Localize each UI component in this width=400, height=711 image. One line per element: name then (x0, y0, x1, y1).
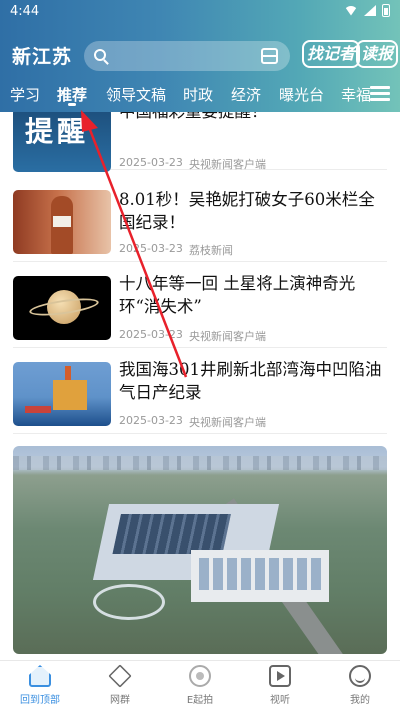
app-brand-logo: 新江苏 (12, 46, 73, 68)
news-title: 中国福彩重要提醒！ (119, 112, 385, 123)
news-source: 央视新闻客户端 (189, 416, 266, 429)
nav-label: E起拍 (186, 695, 214, 706)
tab-happiness[interactable]: 幸福 (341, 84, 370, 105)
tab-economy[interactable]: 经济 (231, 84, 261, 105)
news-source: 央视新闻客户端 (189, 158, 266, 171)
featured-image[interactable] (13, 446, 387, 654)
read-newspaper-button[interactable]: 读报 (356, 40, 399, 68)
tab-politics[interactable]: 时政 (183, 84, 213, 105)
news-date: 2025-03-23 (119, 156, 183, 169)
nav-label: 我的 (350, 695, 370, 706)
scan-icon[interactable] (261, 48, 278, 64)
thumbnail-text: 提醒 (25, 115, 90, 148)
tab-recommend[interactable]: 推荐 (57, 84, 87, 105)
news-item[interactable]: 我国海301井刷新北部湾海中凹陷油气日产纪录 2025-03-23 央视新闻客户… (13, 348, 387, 434)
news-item[interactable]: 十八年等一回 土星将上演神奇光环“消失术” 2025-03-23 央视新闻客户端 (13, 262, 387, 348)
tab-exposure[interactable]: 曝光台 (279, 84, 324, 105)
oil-rig (53, 380, 87, 410)
nav-audio-video[interactable]: 视听 (250, 665, 310, 711)
status-bar: 4:44 (0, 0, 400, 24)
user-icon (349, 665, 371, 687)
news-title: 我国海301井刷新北部湾海中凹陷油气日产纪录 (119, 360, 382, 402)
top-header: 4:44 新江苏 找记者 读报 学习 推荐 领导文稿 时政 经济 曝光台 幸福 (0, 0, 400, 112)
nav-label: 视听 (270, 695, 290, 706)
news-thumbnail (13, 190, 111, 254)
news-date: 2025-03-23 (119, 242, 183, 255)
nav-label: 网群 (110, 695, 130, 706)
search-icon (94, 49, 106, 61)
play-icon (269, 665, 291, 687)
news-date: 2025-03-23 (119, 414, 183, 427)
active-tab-indicator (68, 103, 76, 106)
news-source: 荔枝新闻 (189, 244, 233, 257)
nav-e-photo[interactable]: E起拍 (170, 665, 230, 711)
supply-ship (25, 406, 51, 413)
news-source: 央视新闻客户端 (189, 330, 266, 343)
roundabout (93, 584, 165, 620)
camera-icon (189, 665, 211, 687)
city-skyline (13, 456, 387, 470)
channel-tabs: 学习 推荐 领导文稿 时政 经济 曝光台 幸福 (0, 80, 370, 108)
tab-study[interactable]: 学习 (10, 84, 40, 105)
news-thumbnail (13, 276, 111, 340)
home-icon (29, 665, 51, 687)
find-reporter-button[interactable]: 找记者 (302, 40, 361, 68)
news-thumbnail: 提醒 (13, 112, 111, 172)
status-icons (344, 4, 390, 17)
wifi-icon (344, 5, 358, 16)
signal-icon (364, 5, 376, 16)
layers-icon (108, 664, 132, 688)
news-feed: 提醒 中国福彩重要提醒！ 2025-03-23 央视新闻客户端 8.01秒！吴艳… (0, 112, 400, 660)
nav-network[interactable]: 网群 (90, 664, 150, 711)
nav-back-to-top[interactable]: 回到顶部 (10, 665, 70, 711)
athlete-bib (53, 216, 71, 227)
nav-profile[interactable]: 我的 (330, 665, 390, 711)
search-bar[interactable] (84, 41, 290, 71)
news-item[interactable]: 8.01秒！吴艳妮打破女子60米栏全国纪录！ 2025-03-23 荔枝新闻 (13, 176, 387, 262)
nav-label: 回到顶部 (20, 695, 60, 706)
bottom-navigation: 回到顶部 网群 E起拍 视听 我的 (0, 660, 400, 711)
office-building (191, 550, 329, 602)
status-time: 4:44 (10, 4, 40, 19)
news-title: 8.01秒！吴艳妮打破女子60米栏全国纪录！ (119, 190, 375, 232)
tab-leader-articles[interactable]: 领导文稿 (106, 84, 166, 105)
app-screen: 4:44 新江苏 找记者 读报 学习 推荐 领导文稿 时政 经济 曝光台 幸福 (0, 0, 400, 711)
news-item[interactable]: 提醒 中国福彩重要提醒！ 2025-03-23 央视新闻客户端 (13, 112, 387, 172)
news-thumbnail (13, 362, 111, 426)
news-title: 十八年等一回 土星将上演神奇光环“消失术” (119, 274, 356, 316)
battery-icon (382, 4, 390, 17)
menu-icon[interactable] (370, 84, 390, 102)
news-date: 2025-03-23 (119, 328, 183, 341)
